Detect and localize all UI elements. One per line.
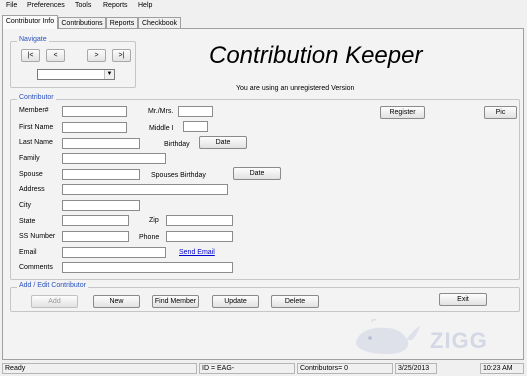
zip-label: Zip xyxy=(149,217,159,224)
menu-help[interactable]: Help xyxy=(138,2,152,9)
find-member-button[interactable]: Find Member xyxy=(152,295,199,308)
contributor-legend: Contributor xyxy=(17,94,56,101)
family-label: Family xyxy=(19,155,40,162)
status-date: 3/25/2013 xyxy=(395,363,437,374)
email-label: Email xyxy=(19,249,37,256)
comments-label: Comments xyxy=(19,264,53,271)
middle-initial-field[interactable] xyxy=(183,121,208,132)
tab-reports[interactable]: Reports xyxy=(106,17,138,28)
address-field[interactable] xyxy=(62,184,228,195)
spouse-label: Spouse xyxy=(19,171,43,178)
birthday-label: Birthday xyxy=(164,141,190,148)
menu-bar: File Preferences Tools Reports Help xyxy=(0,0,527,12)
member-label: Member# xyxy=(19,107,49,114)
register-button[interactable]: Register xyxy=(380,106,425,119)
add-button[interactable]: Add xyxy=(31,295,78,308)
spouses-birthday-label: Spouses Birthday xyxy=(151,172,206,179)
update-button[interactable]: Update xyxy=(212,295,259,308)
mrmrs-field[interactable] xyxy=(178,106,213,117)
family-field[interactable] xyxy=(62,153,166,164)
navigate-legend: Navigate xyxy=(17,36,49,43)
member-select[interactable]: ▼ xyxy=(37,69,115,80)
menu-file[interactable]: File xyxy=(6,2,17,9)
status-id: ID = EAG- xyxy=(199,363,295,374)
chevron-down-icon[interactable]: ▼ xyxy=(104,70,114,79)
member-field[interactable] xyxy=(62,106,127,117)
new-button[interactable]: New xyxy=(93,295,140,308)
unregistered-notice: You are using an unregistered Version xyxy=(236,85,355,92)
first-name-label: First Name xyxy=(19,124,54,131)
middle-initial-label: Middle I xyxy=(149,125,174,132)
phone-field[interactable] xyxy=(166,231,233,242)
city-label: City xyxy=(19,202,32,209)
ss-number-field[interactable] xyxy=(62,231,129,242)
first-record-button[interactable]: |< xyxy=(21,49,40,62)
address-label: Address xyxy=(19,186,45,193)
first-name-field[interactable] xyxy=(62,122,127,133)
zip-field[interactable] xyxy=(166,215,233,226)
spouse-field[interactable] xyxy=(62,169,140,180)
phone-label: Phone xyxy=(139,234,160,241)
spouse-birthday-date-button[interactable]: Date xyxy=(233,167,281,180)
exit-button[interactable]: Exit xyxy=(439,293,487,306)
mrmrs-label: Mr./Mrs. xyxy=(148,108,174,115)
last-record-button[interactable]: >| xyxy=(112,49,131,62)
watermark-text: ZIGG xyxy=(430,328,488,353)
last-name-label: Last Name xyxy=(19,139,53,146)
email-field[interactable] xyxy=(62,247,166,258)
menu-preferences[interactable]: Preferences xyxy=(27,2,65,9)
status-bar: Ready ID = EAG- Contributors= 0 3/25/201… xyxy=(0,361,527,376)
zigg-watermark: ZIGG xyxy=(350,318,520,360)
state-field[interactable] xyxy=(62,215,129,226)
next-record-button[interactable]: > xyxy=(87,49,106,62)
comments-field[interactable] xyxy=(62,262,233,273)
tab-contributions[interactable]: Contributions xyxy=(58,17,106,28)
navigate-group: Navigate |< < > >| ▼ xyxy=(10,36,136,88)
status-contributors: Contributors= 0 xyxy=(297,363,393,374)
add-edit-legend: Add / Edit Contributor xyxy=(17,282,88,289)
delete-button[interactable]: Delete xyxy=(271,295,319,308)
status-ready: Ready xyxy=(2,363,197,374)
app-title: Contribution Keeper xyxy=(209,42,423,69)
tab-strip: Contributor Info Contributions Reports C… xyxy=(0,14,527,29)
tab-checkbook[interactable]: Checkbook xyxy=(138,17,181,28)
prev-record-button[interactable]: < xyxy=(46,49,65,62)
status-time: 10:23 AM xyxy=(480,363,524,374)
state-label: State xyxy=(19,218,36,225)
city-field[interactable] xyxy=(62,200,140,211)
last-name-field[interactable] xyxy=(62,138,140,149)
tab-contributor-info[interactable]: Contributor Info xyxy=(2,15,58,29)
send-email-link[interactable]: Send Email xyxy=(179,249,215,256)
birthday-date-button[interactable]: Date xyxy=(199,136,247,149)
menu-tools[interactable]: Tools xyxy=(75,2,91,9)
pic-button[interactable]: Pic xyxy=(484,106,517,119)
menu-reports[interactable]: Reports xyxy=(103,2,128,9)
ss-number-label: SS Number xyxy=(19,233,56,240)
